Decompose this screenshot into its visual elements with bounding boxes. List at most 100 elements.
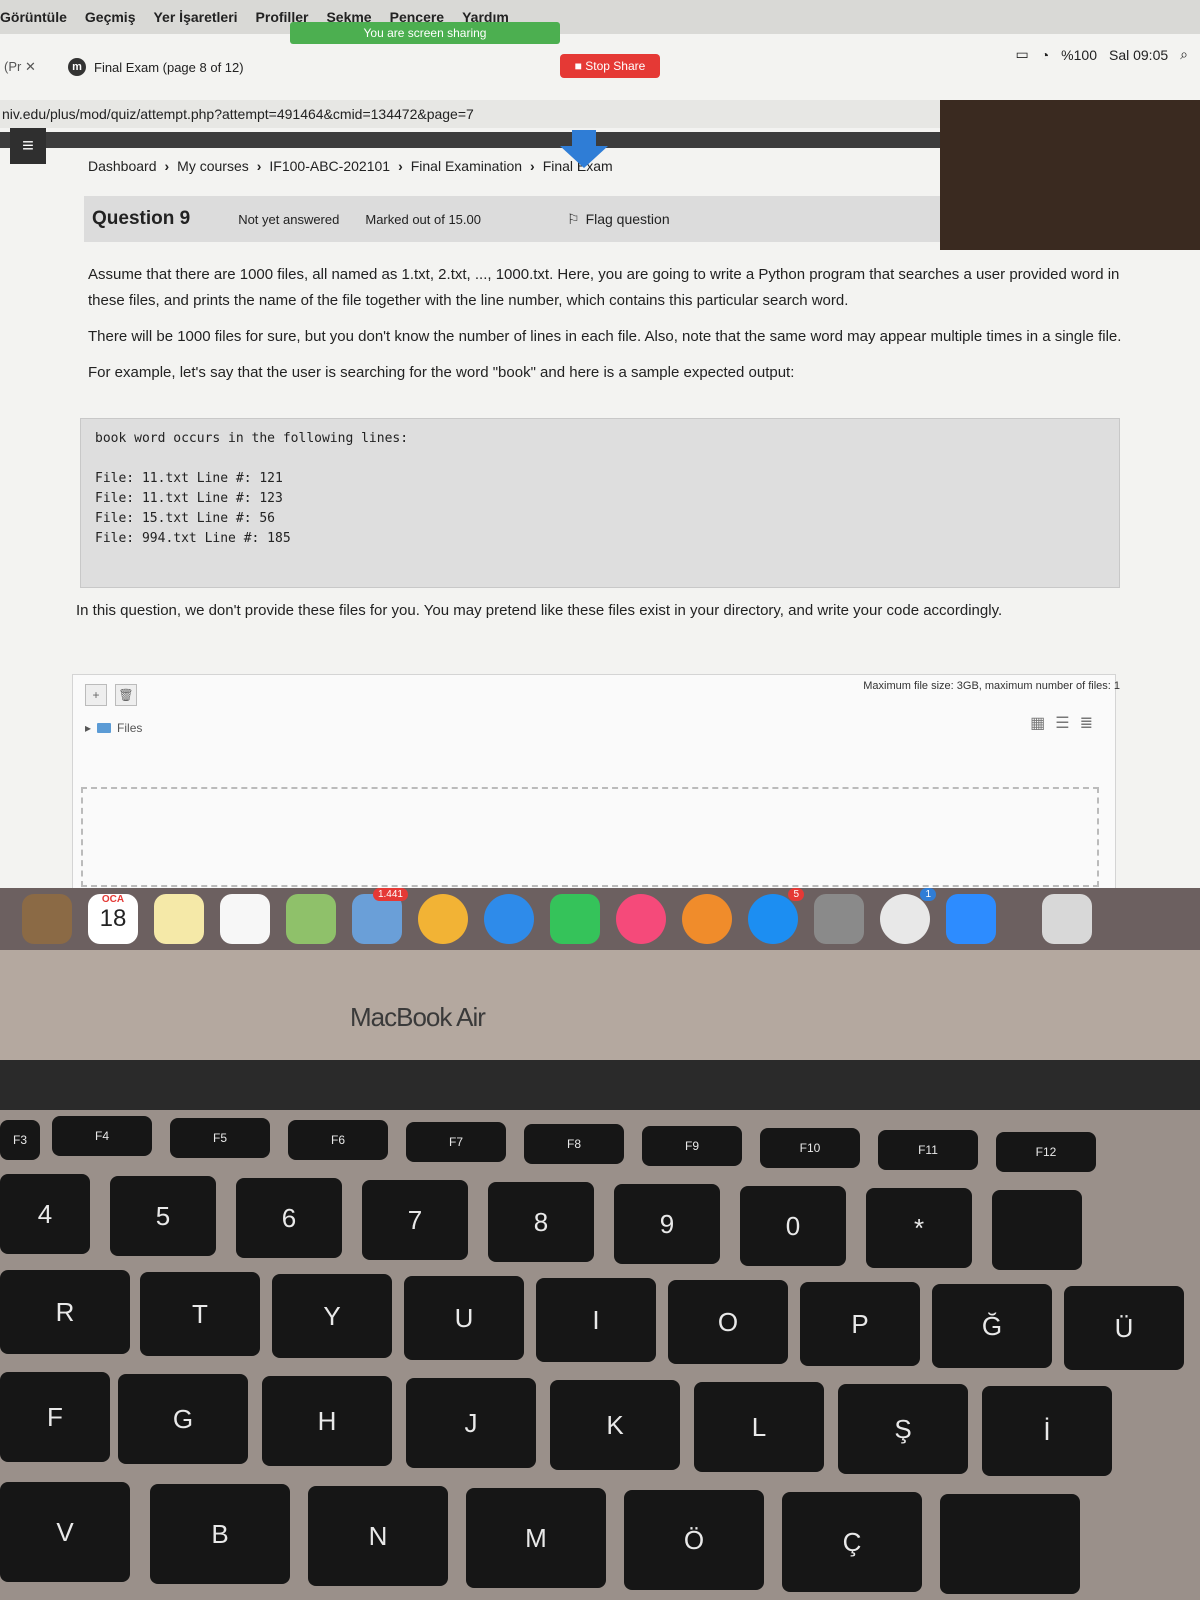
key-k[interactable]: K [550,1380,680,1470]
flag-question-label: Flag question [585,210,670,227]
reminders-icon[interactable] [220,894,270,944]
key-f12[interactable]: F12 [996,1132,1096,1172]
key-g[interactable]: G [118,1374,248,1464]
key-7[interactable]: 7 [362,1180,468,1260]
menubar: Görüntüle Geçmiş Yer İşaretleri Profille… [0,0,1200,34]
laptop-model-label: MacBook Air [350,1002,486,1032]
notification-badge: 1.441 [372,888,408,901]
tab-final-exam[interactable]: m Final Exam (page 8 of 12) [68,58,244,76]
triangle-right-icon: ▸ [85,721,92,735]
tab-bar: (Pr ✕ m Final Exam (page 8 of 12) [0,52,1200,82]
calendar-icon[interactable]: OCA 18 [88,894,138,944]
key-p[interactable]: P [800,1282,920,1366]
key-f8[interactable]: F8 [524,1124,624,1164]
key-b[interactable]: B [150,1484,290,1584]
tab-previous[interactable]: (Pr ✕ [4,59,54,75]
flag-icon: ⚐ [567,210,580,227]
nav-strip [0,132,940,148]
music-icon[interactable] [616,894,666,944]
list-view-icon[interactable]: ☰ [1055,713,1069,733]
add-file-icon[interactable]: + [85,684,107,706]
key-o-umlaut[interactable]: Ö [624,1490,764,1590]
key-f4[interactable]: F4 [52,1116,152,1156]
view-toggle: ▦ ☰ ≣ [1030,713,1093,733]
key-m[interactable]: M [466,1488,606,1588]
file-dropzone[interactable] [81,787,1099,887]
breadcrumb-my-courses[interactable]: My courses [177,158,249,174]
contacts-icon[interactable] [22,894,72,944]
key-f9[interactable]: F9 [642,1126,742,1166]
code-line: File: 11.txt Line #: 121 [95,471,283,486]
key-s-cedilla[interactable]: Ş [838,1384,968,1474]
key-f6[interactable]: F6 [288,1120,388,1160]
key-u-umlaut[interactable]: Ü [1064,1286,1184,1370]
key-f5[interactable]: F5 [170,1118,270,1158]
key-5[interactable]: 5 [110,1176,216,1256]
files-label: Files [117,721,143,735]
key-i[interactable]: I [536,1278,656,1362]
key-o[interactable]: O [668,1280,788,1364]
question-text: Assume that there are 1000 files, all na… [88,262,1128,396]
key-j[interactable]: J [406,1378,536,1468]
key-minus[interactable] [992,1190,1082,1270]
messages-icon[interactable] [484,894,534,944]
key-0[interactable]: 0 [740,1186,846,1266]
system-preferences-icon[interactable] [814,894,864,944]
menu-bookmarks[interactable]: Yer İşaretleri [153,9,237,25]
key-v[interactable]: V [0,1482,130,1582]
key-g-breve[interactable]: Ğ [932,1284,1052,1368]
key-t[interactable]: T [140,1272,260,1356]
code-line: File: 994.txt Line #: 185 [95,531,291,546]
photo-booth-icon[interactable]: 1.441 [352,888,408,944]
notes-icon[interactable] [154,894,204,944]
key-f7[interactable]: F7 [406,1122,506,1162]
files-tree[interactable]: ▸ Files [85,721,1115,735]
books-icon[interactable] [682,894,732,944]
folder-icon [97,723,112,733]
key-9[interactable]: 9 [614,1184,720,1264]
grid-view-icon[interactable]: ▦ [1030,713,1045,733]
url-text: niv.edu/plus/mod/quiz/attempt.php?attemp… [2,106,474,122]
drop-arrow-icon [560,130,608,168]
photos-icon[interactable] [418,894,468,944]
key-f3[interactable]: F3 [0,1120,40,1160]
chrome-icon[interactable]: 1 [880,888,936,944]
key-i-dot[interactable]: İ [982,1386,1112,1476]
calendar-month: OCA [101,894,125,905]
question-marks: Marked out of 15.00 [365,211,481,227]
maps-icon[interactable] [286,894,336,944]
breadcrumb-final-examination[interactable]: Final Examination [411,158,522,174]
tree-view-icon[interactable]: ≣ [1080,713,1093,733]
menu-view[interactable]: Görüntüle [0,9,67,25]
address-bar[interactable]: niv.edu/plus/mod/quiz/attempt.php?attemp… [0,100,940,128]
key-n[interactable]: N [308,1486,448,1586]
key-8[interactable]: 8 [488,1182,594,1262]
hamburger-menu-icon[interactable]: ≡ [10,128,46,164]
breadcrumb-dashboard[interactable]: Dashboard [88,158,157,174]
key-period[interactable] [940,1494,1080,1594]
app-store-icon[interactable]: 5 [748,888,804,944]
menu-history[interactable]: Geçmiş [85,9,136,25]
facetime-icon[interactable] [550,894,600,944]
breadcrumb-course[interactable]: IF100-ABC-202101 [269,158,390,174]
key-f10[interactable]: F10 [760,1128,860,1168]
key-6[interactable]: 6 [236,1178,342,1258]
zoom-icon[interactable] [946,894,996,944]
trash-icon[interactable] [1042,894,1092,944]
key-l[interactable]: L [694,1382,824,1472]
flag-question-button[interactable]: ⚐ Flag question [567,211,670,228]
key-r[interactable]: R [0,1270,130,1354]
key-h[interactable]: H [262,1376,392,1466]
key-c-cedilla[interactable]: Ç [782,1492,922,1592]
key-y[interactable]: Y [272,1274,392,1358]
trash-icon[interactable]: 🗑 [115,684,137,706]
chevron-right-icon: › [256,158,262,174]
key-f11[interactable]: F11 [878,1130,978,1170]
question-note: In this question, we don't provide these… [76,602,1003,619]
key-4[interactable]: 4 [0,1174,90,1254]
file-picker: + 🗑 ▸ Files ▦ ☰ ≣ [72,674,1116,890]
key-u[interactable]: U [404,1276,524,1360]
key-f[interactable]: F [0,1372,110,1462]
key-asterisk[interactable]: * [866,1188,972,1268]
chevron-right-icon: › [530,158,535,174]
